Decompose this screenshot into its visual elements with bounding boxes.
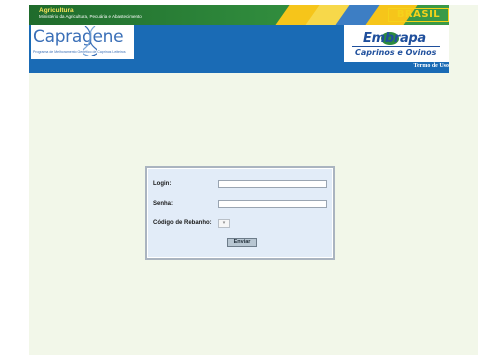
capragene-logo[interactable]: Capragene Programa de Melhoramento Genét… — [31, 25, 134, 59]
login-label: Login: — [153, 181, 172, 187]
header-banner: Capragene Programa de Melhoramento Genét… — [29, 25, 449, 73]
capragene-logo-text: Capragene — [33, 27, 124, 47]
herd-code-label: Código de Rebanho: — [153, 220, 212, 226]
terms-bar: Termo de Uso — [29, 62, 449, 73]
login-input[interactable] — [218, 180, 327, 188]
login-panel: Login: Senha: Código de Rebanho: ▾ Envia… — [145, 166, 335, 260]
submit-button[interactable]: Enviar — [227, 238, 257, 247]
password-input[interactable] — [218, 200, 327, 208]
herd-code-select[interactable]: ▾ — [218, 219, 230, 228]
embrapa-logo-text: Embrapa — [363, 31, 426, 46]
org-unit-name: Caprinos e Ovinos — [355, 48, 437, 57]
divider — [352, 46, 440, 47]
password-label: Senha: — [153, 201, 174, 207]
government-bar: Agricultura Ministério da Agricultura, P… — [29, 5, 449, 25]
ministry-subtitle: Ministério da Agricultura, Pecuária e Ab… — [39, 14, 142, 19]
capragene-tagline: Programa de Melhoramento Genético de Cap… — [33, 50, 126, 54]
terms-of-use-link[interactable]: Termo de Uso — [414, 63, 449, 69]
brasil-logo: BRASIL — [388, 8, 449, 22]
chevron-down-icon: ▾ — [222, 220, 226, 226]
ministry-title: Agricultura — [39, 7, 74, 14]
page: Agricultura Ministério da Agricultura, P… — [29, 5, 478, 355]
